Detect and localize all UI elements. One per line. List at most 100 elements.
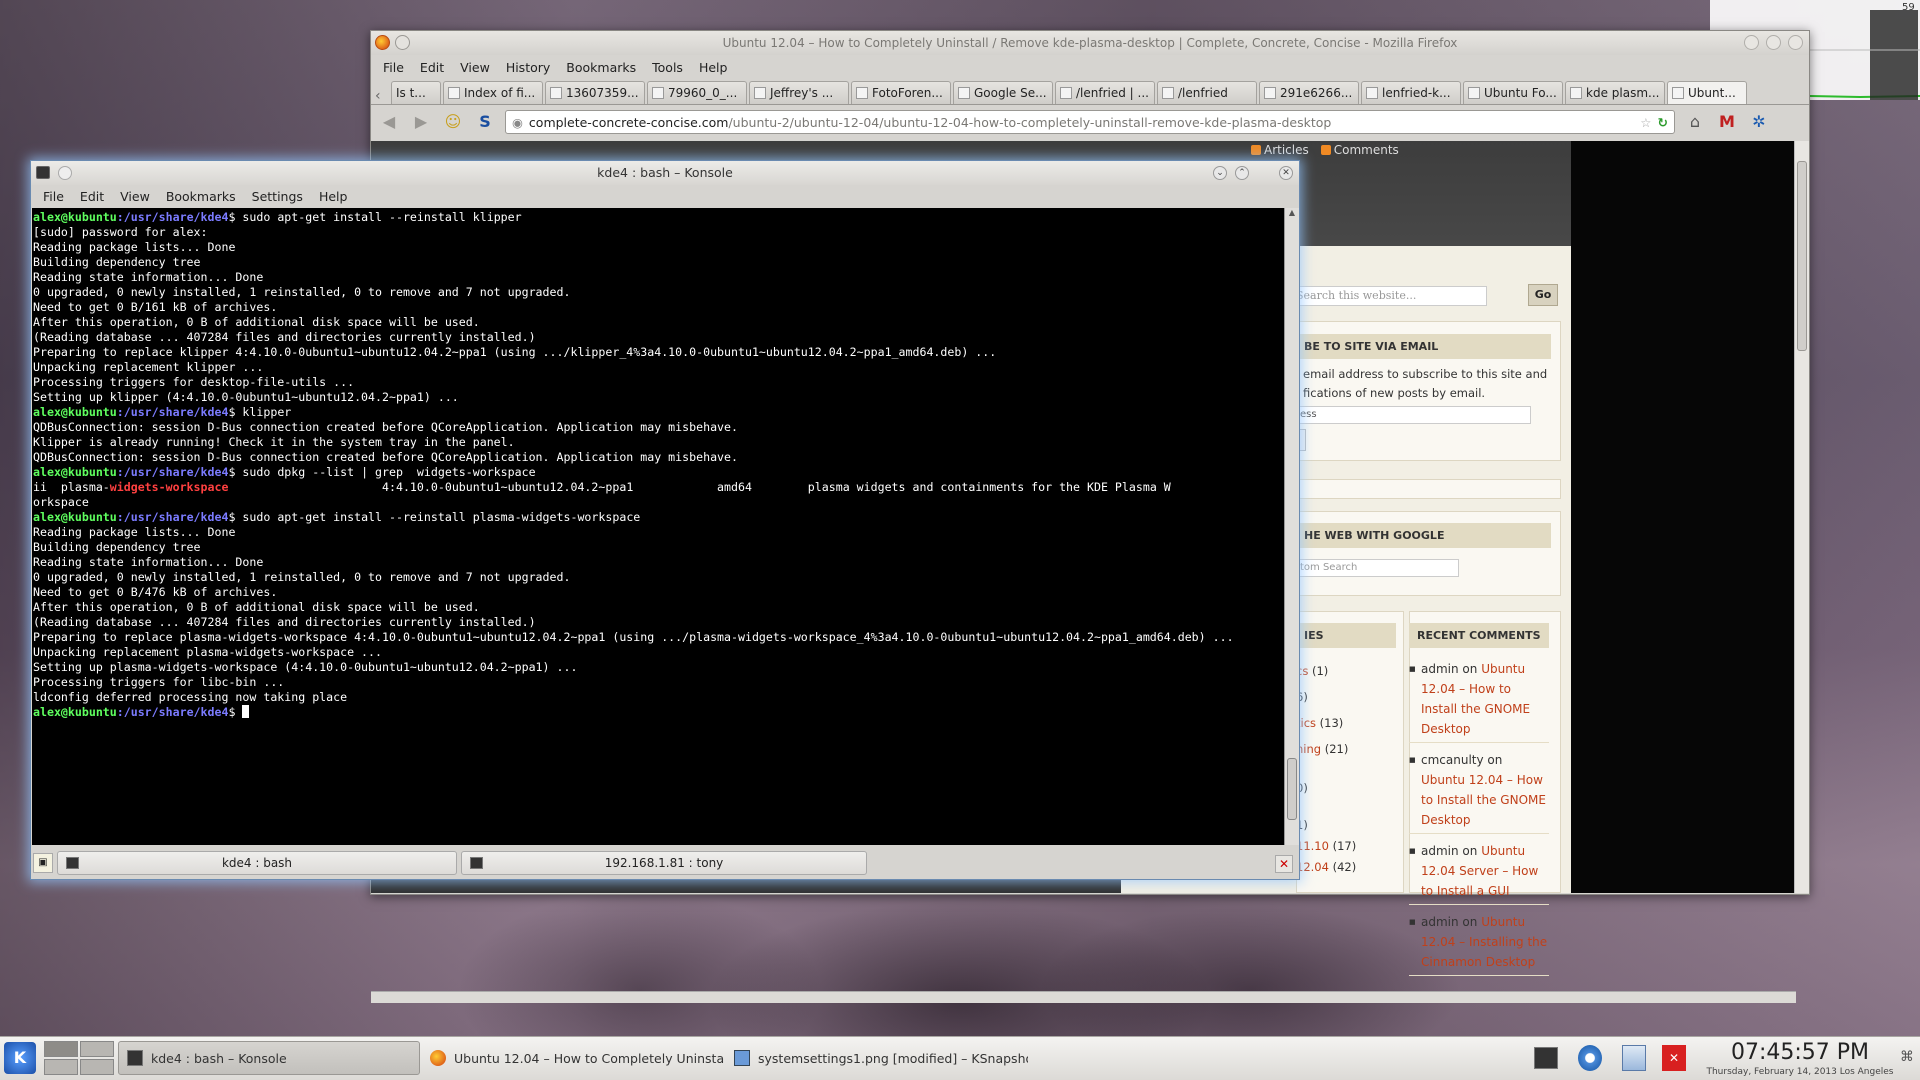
site-identity-icon[interactable]: ◉ [512, 115, 523, 130]
terminal-scrollbar[interactable]: ▲ [1284, 208, 1299, 845]
close-icon[interactable] [1788, 35, 1803, 50]
forward-icon[interactable]: ▶ [409, 111, 433, 133]
pager-desktop[interactable] [44, 1041, 78, 1057]
konsole-tab-active[interactable]: kde4 : bash [57, 851, 457, 875]
category-item: 12.04 (42) [1296, 860, 1357, 874]
pager-desktop[interactable] [44, 1059, 78, 1075]
task-ksnapshot[interactable]: systemsettings1.png [modified] – KSnapsh… [726, 1041, 1028, 1075]
konsole-window[interactable]: kde4 : bash – Konsole ⌄ ⌃ ✕ File Edit Vi… [30, 160, 1300, 880]
tab[interactable]: /lenfried | ... [1055, 81, 1155, 104]
url-domain: complete-concrete-concise.com [528, 114, 729, 130]
url-path: /ubuntu-2/ubuntu-12-04/ubuntu-12-04-how-… [728, 114, 1332, 130]
site-search-input[interactable]: Search this website... [1291, 286, 1487, 306]
tab[interactable]: FotoForen... [851, 81, 951, 104]
tab[interactable]: 291e6266... [1259, 81, 1359, 104]
menu-view[interactable]: View [112, 189, 158, 204]
line-text: ii plasma- [33, 480, 110, 494]
task-firefox[interactable]: Ubuntu 12.04 – How to Completely Uninsta… [422, 1041, 724, 1075]
extension-icon[interactable]: ✲ [1747, 111, 1771, 133]
konsole-titlebar[interactable]: kde4 : bash – Konsole ⌄ ⌃ ✕ [31, 161, 1299, 185]
panel-toolbox-icon[interactable]: ⌘ [1900, 1049, 1914, 1065]
firefox-title: Ubuntu 12.04 – How to Completely Uninsta… [722, 36, 1458, 50]
menu-help[interactable]: Help [693, 60, 734, 75]
konsole-tab[interactable]: 192.168.1.81 : tony [461, 851, 867, 875]
network-tray-icon[interactable] [1578, 1045, 1602, 1071]
close-icon[interactable]: ✕ [1279, 166, 1293, 180]
close-tab-icon[interactable]: ✕ [1275, 855, 1293, 873]
site-search-go-button[interactable]: Go [1528, 284, 1558, 306]
tab[interactable]: lenfried-k... [1361, 81, 1461, 104]
task-konsole[interactable]: kde4 : bash – Konsole [118, 1041, 420, 1075]
firefox-icon[interactable] [375, 35, 390, 50]
new-tab-button[interactable]: ▣ [33, 853, 53, 873]
gmail-icon[interactable]: M [1715, 111, 1739, 133]
menu-history[interactable]: History [500, 60, 556, 75]
menu-file[interactable]: File [377, 60, 410, 75]
terminal-line: Klipper is already running! Check it in … [33, 435, 1283, 450]
window-menu-icon[interactable] [58, 166, 72, 180]
menu-edit[interactable]: Edit [414, 60, 450, 75]
favicon-icon [754, 87, 766, 99]
kde-menu-icon[interactable]: K [4, 1042, 36, 1074]
maximize-icon[interactable]: ⌃ [1235, 166, 1249, 180]
pager-desktop[interactable] [80, 1059, 114, 1075]
recent-comments-list: admin on Ubuntu 12.04 – How to Install t… [1409, 659, 1549, 983]
scrollbar-thumb[interactable] [1287, 758, 1297, 820]
url-bar[interactable]: ◉ complete-concrete-concise.com/ubuntu-2… [505, 110, 1675, 134]
konsole-icon[interactable] [36, 166, 50, 179]
email-field[interactable]: ess [1296, 406, 1531, 424]
tab-scroll-left-icon[interactable]: ‹ [375, 88, 389, 104]
line-text: Preparing to replace klipper 4:4.10.0-0u… [33, 345, 997, 359]
firefox-titlebar[interactable]: Ubuntu 12.04 – How to Completely Uninsta… [371, 31, 1809, 55]
recent-comment-item: admin on Ubuntu 12.04 – How to Install t… [1409, 659, 1549, 743]
bookmark-star-icon[interactable]: ☆ [1640, 115, 1651, 130]
minimize-icon[interactable] [1744, 35, 1759, 50]
horizontal-scrollbar[interactable] [371, 991, 1796, 1003]
minimize-icon[interactable]: ⌄ [1213, 166, 1227, 180]
menu-view[interactable]: View [454, 60, 496, 75]
menu-edit[interactable]: Edit [72, 189, 112, 204]
terminal-line: Unpacking replacement plasma-widgets-wor… [33, 645, 1283, 660]
line-text: 0 upgraded, 0 newly installed, 1 reinsta… [33, 285, 571, 299]
tab[interactable]: Is t... [391, 81, 441, 104]
tab[interactable]: Index of fi... [443, 81, 543, 104]
reload-icon[interactable]: ↻ [1658, 115, 1668, 130]
terminal-line: ii plasma-widgets-workspace 4:4.10.0-0ub… [33, 480, 1283, 495]
scroll-up-icon[interactable]: ▲ [1285, 208, 1299, 217]
tab[interactable]: Google Se... [953, 81, 1053, 104]
terminal-line: Setting up plasma-widgets-workspace (4:4… [33, 660, 1283, 675]
tab[interactable]: Jeffrey's ... [749, 81, 849, 104]
klipper-tray-icon[interactable] [1622, 1045, 1646, 1071]
scrollbar-thumb[interactable] [1797, 161, 1807, 351]
tab[interactable]: Ubuntu Fo... [1463, 81, 1563, 104]
home-icon[interactable]: ⌂ [1683, 111, 1707, 133]
articles-feed-link[interactable]: Articles [1251, 143, 1309, 157]
addon-icon[interactable]: ☺ [441, 111, 465, 133]
notification-tray-icon[interactable]: ✕ [1662, 1045, 1686, 1071]
page-scrollbar[interactable] [1794, 141, 1809, 893]
pager-desktop[interactable] [80, 1041, 114, 1057]
addon-s-icon[interactable]: S [473, 111, 497, 133]
tab[interactable]: kde plasm... [1565, 81, 1665, 104]
digital-clock[interactable]: 07:45:57 PM Thursday, February 14, 2013 … [1700, 1039, 1900, 1077]
google-search-input[interactable]: tom Search [1296, 559, 1459, 577]
menu-bookmarks[interactable]: Bookmarks [158, 189, 244, 204]
menu-bookmarks[interactable]: Bookmarks [560, 60, 642, 75]
terminal-tray-icon[interactable] [1534, 1047, 1558, 1069]
terminal-line: After this operation, 0 B of additional … [33, 315, 1283, 330]
tab[interactable]: 13607359... [545, 81, 645, 104]
menu-tools[interactable]: Tools [646, 60, 689, 75]
tab[interactable]: 79960_0_... [647, 81, 747, 104]
menu-help[interactable]: Help [311, 189, 356, 204]
window-menu-icon[interactable] [395, 35, 410, 50]
comments-feed-link[interactable]: Comments [1321, 143, 1399, 157]
terminal-output[interactable]: alex@kubuntu:/usr/share/kde4$ sudo apt-g… [32, 208, 1284, 845]
terminal-line: Need to get 0 B/161 kB of archives. [33, 300, 1283, 315]
menu-file[interactable]: File [35, 189, 72, 204]
tab[interactable]: /lenfried [1157, 81, 1257, 104]
terminal-line: Reading state information... Done [33, 555, 1283, 570]
back-icon[interactable]: ◀ [377, 111, 401, 133]
menu-settings[interactable]: Settings [244, 189, 311, 204]
maximize-icon[interactable] [1766, 35, 1781, 50]
tab-active[interactable]: Ubunt... [1667, 81, 1747, 104]
